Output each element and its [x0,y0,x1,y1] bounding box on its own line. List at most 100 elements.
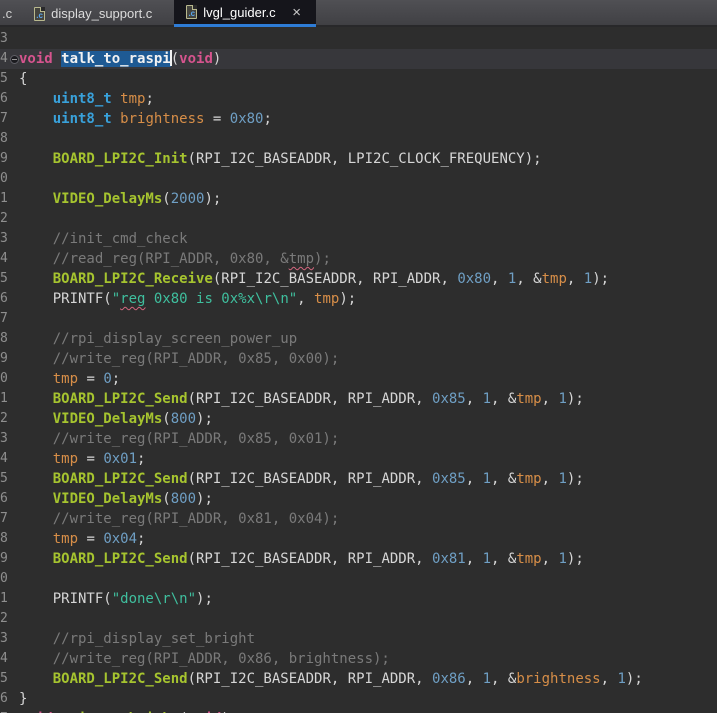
code-token[interactable]: ); [204,191,221,207]
code-token[interactable]: VIDEO_DelayMs [53,191,163,207]
code-line[interactable]: 0 [0,569,717,589]
code-token[interactable]: ; [145,91,153,107]
code-token[interactable]: } [19,691,27,707]
line-number[interactable]: 6 [0,89,10,109]
line-number[interactable]: 5 [0,669,10,689]
code-token[interactable]: ); [626,671,643,687]
code-token[interactable]: , [466,391,483,407]
code-text[interactable]: //rpi_display_set_bright [19,629,717,649]
line-number[interactable]: 6 [0,489,10,509]
code-token[interactable]: void [19,51,53,67]
code-line[interactable]: 4 void talk_to_raspi(void) [0,49,717,69]
code-token[interactable]: //rpi_display_set_bright [19,631,255,647]
code-token[interactable]: tmp [120,91,145,107]
code-line[interactable]: 7 [0,309,717,329]
code-token[interactable]: ) [213,51,221,67]
code-token[interactable]: 1 [558,391,566,407]
code-line[interactable]: 4 //write_reg(RPI_ADDR, 0x86, brightness… [0,649,717,669]
code-token[interactable]: (RPI_I2C_BASEADDR, RPI_ADDR, [188,471,432,487]
code-token[interactable]: tmp [542,271,567,287]
code-token[interactable]: reg [120,291,145,307]
line-number[interactable]: 0 [0,369,10,389]
code-token[interactable]: //write_reg(RPI_ADDR, 0x86, brightness); [19,651,390,667]
code-token[interactable]: (RPI_I2C_BASEADDR, RPI_ADDR, [213,271,457,287]
code-line[interactable]: 2 [0,209,717,229]
code-text[interactable]: { [19,69,717,89]
code-token[interactable]: , & [491,671,516,687]
code-text[interactable]: tmp = 0; [19,369,717,389]
code-line[interactable]: 8 //rpi_display_screen_power_up [0,329,717,349]
code-token[interactable]: , & [516,271,541,287]
code-text[interactable]: PRINTF("done\r\n"); [19,589,717,609]
code-token[interactable]: PRINTF( [19,591,112,607]
line-number[interactable]: 7 [0,509,10,529]
code-token[interactable] [19,551,53,567]
code-token[interactable]: (RPI_I2C_BASEADDR, RPI_ADDR, [188,671,432,687]
code-token[interactable]: 1 [558,551,566,567]
code-text[interactable]: tmp = 0x04; [19,529,717,549]
code-token[interactable]: 0x01 [103,451,137,467]
code-token[interactable] [19,531,53,547]
code-token[interactable]: = [78,451,103,467]
code-text[interactable]: //write_reg(RPI_ADDR, 0x81, 0x04); [19,509,717,529]
code-text[interactable]: BOARD_LPI2C_Send(RPI_I2C_BASEADDR, RPI_A… [19,669,717,689]
code-token[interactable]: BOARD_LPI2C_Send [53,391,188,407]
code-token[interactable]: ; [263,111,271,127]
code-token[interactable]: , & [491,551,516,567]
code-token[interactable]: " [112,291,120,307]
code-token[interactable]: { [19,71,27,87]
code-token[interactable]: ); [567,471,584,487]
code-token[interactable] [19,111,53,127]
code-token[interactable]: (RPI_I2C_BASEADDR, RPI_ADDR, [188,391,432,407]
code-token[interactable]: tmp [53,451,78,467]
code-token[interactable]: , [466,551,483,567]
code-line[interactable]: 5{ [0,69,717,89]
code-line[interactable]: 7 uint8_t brightness = 0x80; [0,109,717,129]
line-number[interactable]: 3 [0,29,10,49]
code-line[interactable]: 3 //rpi_display_set_bright [0,629,717,649]
code-token[interactable]: 2000 [171,191,205,207]
code-token[interactable]: PRINTF( [19,291,112,307]
code-line[interactable]: 3 //write_reg(RPI_ADDR, 0x85, 0x01); [0,429,717,449]
code-token[interactable]: VIDEO_DelayMs [53,411,163,427]
code-token[interactable] [19,191,53,207]
code-token[interactable]: uint8_t [53,111,112,127]
code-line[interactable]: 9 //write_reg(RPI_ADDR, 0x85, 0x00); [0,349,717,369]
code-token[interactable]: //write_reg(RPI_ADDR, 0x81, 0x04); [19,511,340,527]
line-number[interactable]: 5 [0,269,10,289]
code-text[interactable]: uint8_t tmp; [19,89,717,109]
code-token[interactable] [19,391,53,407]
code-line[interactable]: 2 [0,609,717,629]
code-token[interactable]: ); [196,591,213,607]
code-token[interactable]: , [601,671,618,687]
code-token[interactable]: brightness [516,671,600,687]
line-number[interactable]: 8 [0,329,10,349]
code-token[interactable]: //init_cmd_check [19,231,188,247]
code-token[interactable]: 0x04 [103,531,137,547]
code-token[interactable]: 1 [483,671,491,687]
tab-display-support[interactable]: .c display_support.c [22,0,164,27]
code-line[interactable]: 8 [0,129,717,149]
line-number[interactable]: 1 [0,589,10,609]
line-number[interactable]: 4 [0,249,10,269]
code-token[interactable] [19,271,53,287]
code-line[interactable]: 1 BOARD_LPI2C_Send(RPI_I2C_BASEADDR, RPI… [0,389,717,409]
code-token[interactable]: , [567,271,584,287]
code-token[interactable]: tmp [516,471,541,487]
code-token[interactable]: ; [137,531,145,547]
code-line[interactable]: 7 void rpi_set_bright(void) [0,709,717,713]
code-line[interactable]: 0 tmp = 0; [0,369,717,389]
line-number[interactable]: 3 [0,629,10,649]
code-token[interactable]: , & [491,391,516,407]
code-token[interactable]: = [78,371,103,387]
code-text[interactable]: BOARD_LPI2C_Receive(RPI_I2C_BASEADDR, RP… [19,269,717,289]
line-number[interactable]: 0 [0,569,10,589]
code-token[interactable]: 1 [483,391,491,407]
close-icon[interactable]: × [290,5,304,20]
code-line[interactable]: 1 VIDEO_DelayMs(2000); [0,189,717,209]
code-token[interactable]: 0x80 [457,271,491,287]
collapse-fold-icon[interactable] [10,54,19,64]
code-token[interactable]: ); [314,251,331,267]
code-token[interactable]: ); [567,551,584,567]
code-token[interactable]: 1 [617,671,625,687]
